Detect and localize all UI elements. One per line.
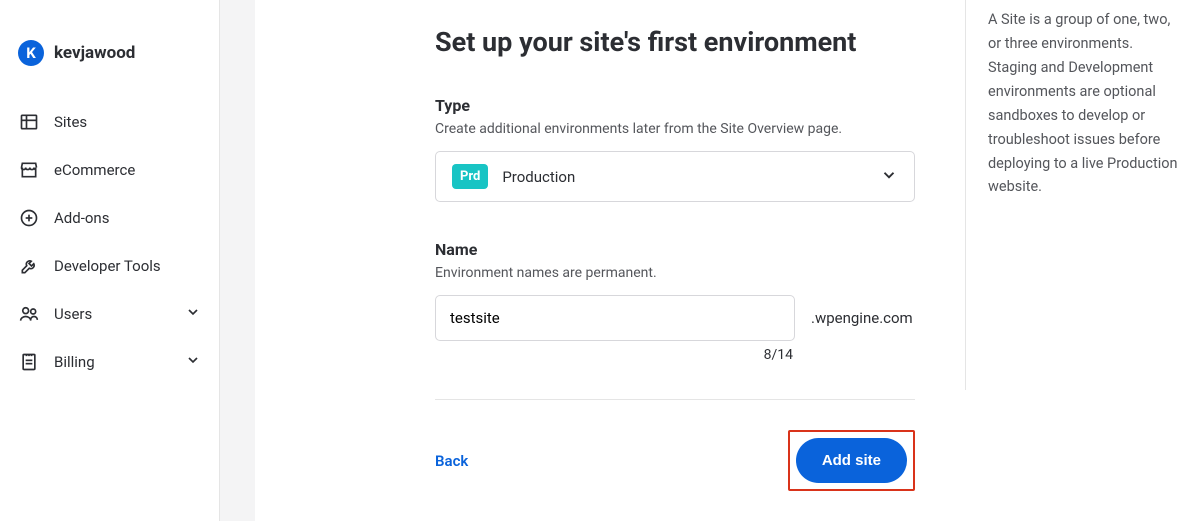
chevron-down-icon xyxy=(185,304,201,324)
billing-icon xyxy=(18,351,40,373)
gutter xyxy=(220,0,255,521)
environment-name-input[interactable] xyxy=(435,295,795,341)
sites-icon xyxy=(18,111,40,133)
prd-badge: Prd xyxy=(452,164,488,189)
sidebar-item-billing[interactable]: Billing xyxy=(0,338,219,386)
sidebar-item-label: eCommerce xyxy=(54,161,201,179)
devtools-icon xyxy=(18,255,40,277)
add-site-highlight: Add site xyxy=(788,430,915,491)
name-row: .wpengine.com xyxy=(435,295,915,341)
name-label: Name xyxy=(435,240,915,259)
add-site-button[interactable]: Add site xyxy=(796,438,907,483)
info-desc: A Site is a group of one, two, or three … xyxy=(988,8,1184,199)
sidebar-item-label: Users xyxy=(54,305,185,323)
footer-actions: Back Add site xyxy=(435,399,915,491)
chevron-down-icon xyxy=(185,352,201,372)
sidebar-item-ecommerce[interactable]: eCommerce xyxy=(0,146,219,194)
type-desc: Create additional environments later fro… xyxy=(435,121,915,137)
main-content: Set up your site's first environment Typ… xyxy=(255,0,1200,521)
sidebar-item-label: Add-ons xyxy=(54,209,201,227)
sidebar-item-devtools[interactable]: Developer Tools xyxy=(0,242,219,290)
users-icon xyxy=(18,303,40,325)
sidebar-item-label: Developer Tools xyxy=(54,257,201,275)
sidebar-item-sites[interactable]: Sites xyxy=(0,98,219,146)
brand[interactable]: K kevjawood xyxy=(0,40,219,98)
ecommerce-icon xyxy=(18,159,40,181)
sidebar-item-users[interactable]: Users xyxy=(0,290,219,338)
sidebar-item-label: Sites xyxy=(54,113,201,131)
chevron-down-icon xyxy=(880,166,898,188)
brand-name: kevjawood xyxy=(54,43,135,63)
sidebar-item-addons[interactable]: Add-ons xyxy=(0,194,219,242)
type-label: Type xyxy=(435,96,915,115)
environment-type-select[interactable]: Prd Production xyxy=(435,151,915,202)
info-panel: A Site is a group of one, two, or three … xyxy=(965,0,1200,390)
char-count: 8/14 xyxy=(435,347,795,363)
page-title: Set up your site's first environment xyxy=(435,26,915,58)
form-column: Set up your site's first environment Typ… xyxy=(255,0,965,521)
domain-suffix: .wpengine.com xyxy=(811,309,913,327)
sidebar: K kevjawood Sites eCommerce Add-ons Deve… xyxy=(0,0,220,521)
brand-icon: K xyxy=(18,40,44,66)
back-link[interactable]: Back xyxy=(435,452,468,470)
type-selected-value: Production xyxy=(502,168,880,186)
addons-icon xyxy=(18,207,40,229)
name-desc: Environment names are permanent. xyxy=(435,265,915,281)
sidebar-item-label: Billing xyxy=(54,353,185,371)
